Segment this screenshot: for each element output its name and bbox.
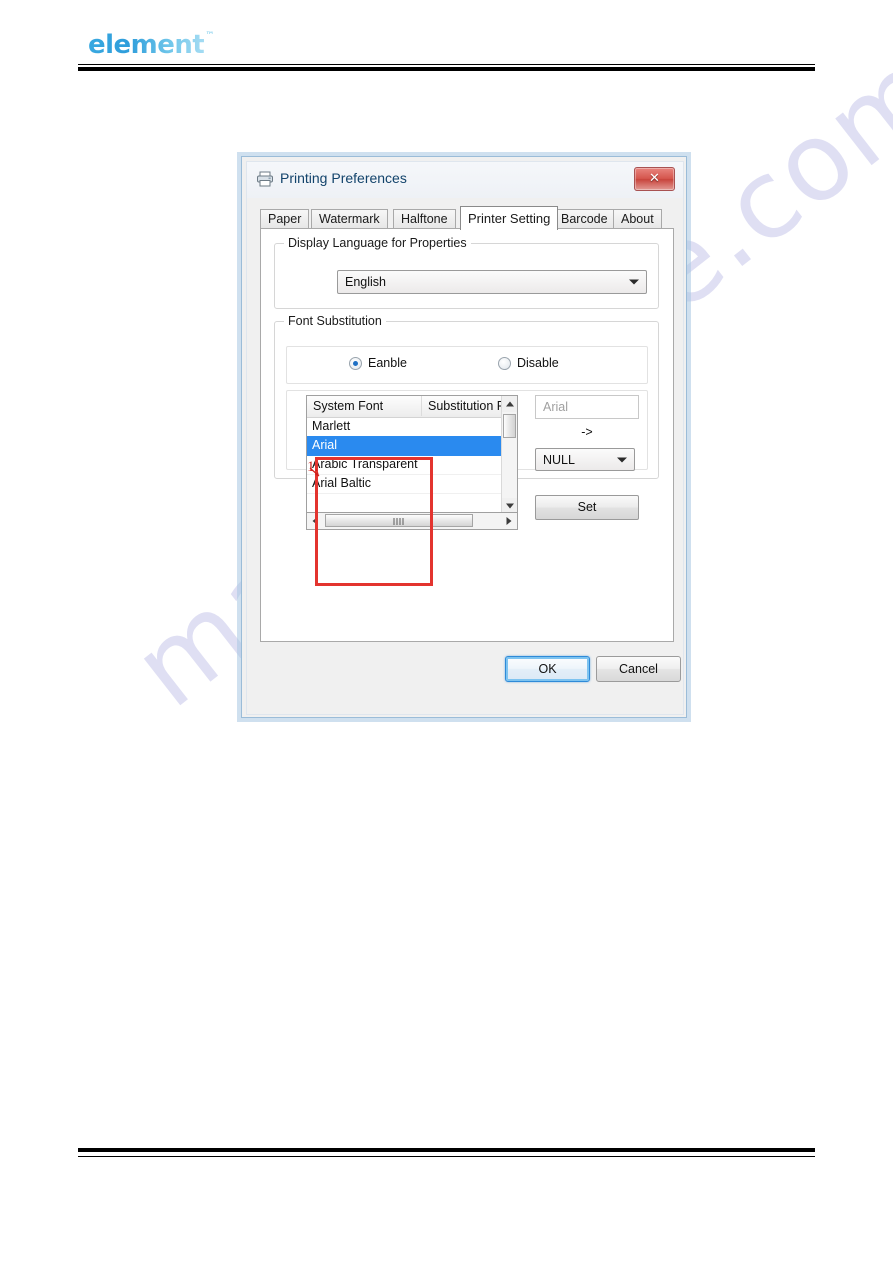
- substitution-arrow-label: ->: [581, 425, 593, 439]
- page-footer: [0, 1140, 893, 1200]
- font-substitution-group-title: Font Substitution: [284, 314, 386, 328]
- dialog-titlebar[interactable]: Printing Preferences ✕: [247, 162, 683, 198]
- tab-label: About: [621, 212, 654, 226]
- tab-printer-setting[interactable]: Printer Setting: [460, 206, 559, 230]
- tab-barcode[interactable]: Barcode: [553, 209, 616, 229]
- element-logo: element™: [88, 30, 215, 60]
- horizontal-scrollbar[interactable]: [306, 513, 518, 530]
- table-row[interactable]: Marlett: [307, 417, 517, 437]
- scroll-up-arrow-icon[interactable]: [502, 396, 517, 412]
- font-substitution-panel: System Font Substitution Font Marlett Ar…: [286, 390, 648, 586]
- tab-page-printer-setting: Display Language for Properties English …: [260, 228, 674, 642]
- dialog-footer: OK Cancel: [247, 644, 683, 714]
- scroll-down-arrow-icon[interactable]: [502, 498, 517, 512]
- annotation-arrow-icon: [309, 467, 323, 479]
- radio-enable-label: Eanble: [368, 356, 407, 370]
- language-combobox[interactable]: English: [337, 270, 647, 294]
- table-row[interactable]: Arial: [307, 436, 517, 456]
- dialog-inner-frame: Printing Preferences ✕ Paper Watermark H…: [246, 161, 684, 715]
- cancel-button-label: Cancel: [619, 662, 658, 676]
- tab-paper[interactable]: Paper: [260, 209, 310, 229]
- close-icon: ✕: [649, 171, 660, 186]
- footer-rule-thin: [78, 1156, 815, 1157]
- tab-about[interactable]: About: [613, 209, 662, 229]
- tab-label: Paper: [268, 212, 302, 226]
- tab-watermark[interactable]: Watermark: [311, 209, 388, 229]
- display-language-group-title: Display Language for Properties: [284, 236, 471, 250]
- cell-system-font: Arial Baltic: [312, 476, 372, 490]
- chevron-down-icon: [629, 279, 639, 285]
- chevron-down-icon: [617, 457, 627, 462]
- tabstrip: Paper Watermark Halftone Printer Setting…: [260, 206, 672, 230]
- selected-font-value: Arial: [543, 400, 569, 414]
- ok-button[interactable]: OK: [505, 656, 590, 682]
- scrollbar-grip-icon: [393, 518, 405, 525]
- close-button[interactable]: ✕: [634, 167, 675, 191]
- substitution-font-combobox[interactable]: NULL: [535, 448, 635, 471]
- table-row[interactable]: Arial Baltic: [307, 474, 517, 494]
- column-header-system-font[interactable]: System Font: [307, 396, 422, 416]
- set-button[interactable]: Set: [535, 495, 639, 520]
- horizontal-scrollbar-thumb[interactable]: [325, 514, 473, 527]
- font-substitution-radio-row: Eanble Disable: [286, 346, 648, 384]
- vertical-scrollbar[interactable]: [501, 396, 517, 512]
- font-substitution-group: Font Substitution Eanble Disable System …: [274, 314, 659, 586]
- language-combobox-value: English: [345, 275, 386, 289]
- scroll-right-arrow-icon[interactable]: [501, 513, 517, 528]
- printer-icon: [256, 171, 274, 187]
- tab-halftone[interactable]: Halftone: [393, 209, 456, 229]
- selected-font-input[interactable]: Arial: [535, 395, 639, 419]
- printing-preferences-dialog: Printing Preferences ✕ Paper Watermark H…: [241, 156, 687, 718]
- table-row[interactable]: Arabic Transparent: [307, 455, 517, 475]
- cancel-button[interactable]: Cancel: [596, 656, 681, 682]
- trademark-symbol: ™: [205, 30, 215, 41]
- cell-system-font: Arial: [312, 438, 338, 452]
- font-listview-header: System Font Substitution Font: [307, 396, 517, 418]
- radio-selected-icon: [349, 357, 362, 370]
- tab-label: Barcode: [561, 212, 608, 226]
- cell-system-font: Arabic Transparent: [312, 457, 418, 471]
- page-header: element™: [0, 0, 893, 80]
- header-rule-thin: [78, 64, 815, 65]
- substitution-font-combobox-value: NULL: [543, 452, 575, 467]
- ok-button-label: OK: [538, 662, 557, 676]
- logo-wordmark: element: [88, 30, 205, 60]
- radio-disable-label: Disable: [517, 356, 559, 370]
- tab-label: Halftone: [401, 212, 448, 226]
- set-button-label: Set: [577, 500, 597, 514]
- dialog-title: Printing Preferences: [280, 170, 407, 186]
- tab-label: Watermark: [319, 212, 380, 226]
- header-rule-thick: [78, 67, 815, 71]
- font-listview[interactable]: System Font Substitution Font Marlett Ar…: [306, 395, 518, 513]
- cell-system-font: Marlett: [312, 419, 351, 433]
- scroll-left-arrow-icon[interactable]: [307, 513, 323, 528]
- footer-rule-thick: [78, 1148, 815, 1152]
- vertical-scrollbar-thumb[interactable]: [503, 414, 516, 438]
- display-language-group: Display Language for Properties English: [274, 236, 659, 309]
- tab-label: Printer Setting: [468, 211, 551, 226]
- radio-unselected-icon: [498, 357, 511, 370]
